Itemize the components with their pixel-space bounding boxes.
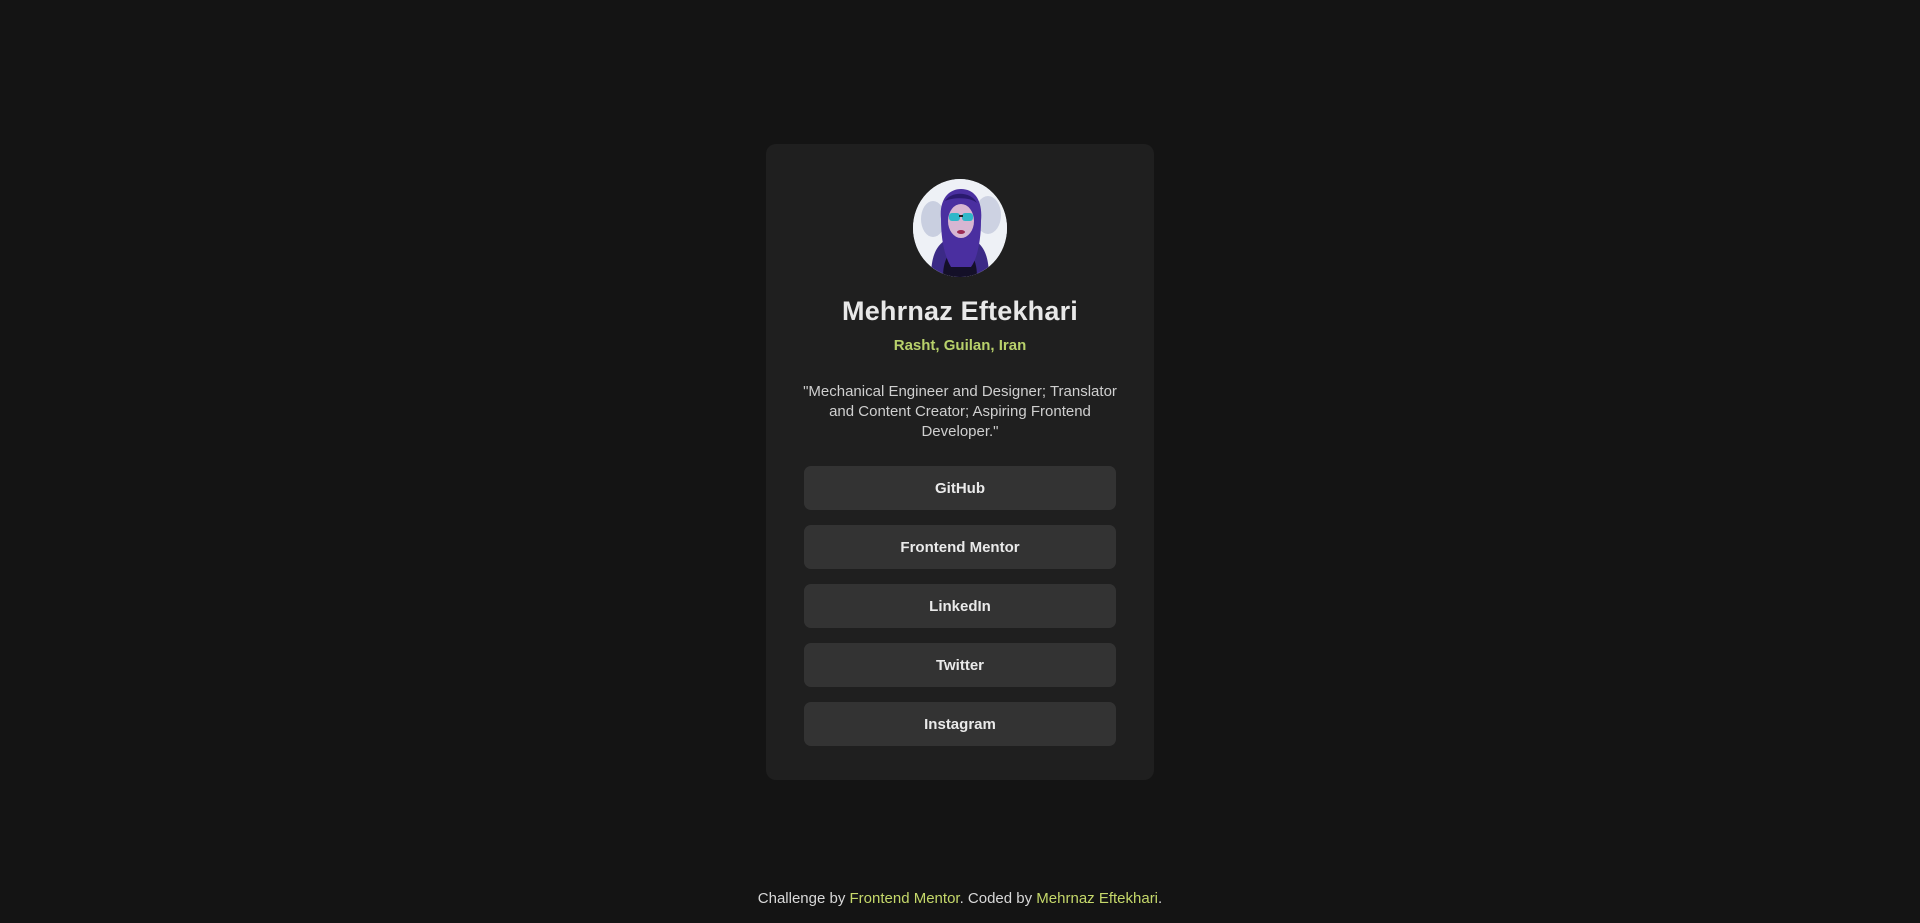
avatar [913, 179, 1007, 277]
instagram-link-button[interactable]: Instagram [804, 702, 1116, 746]
frontend-mentor-link-button[interactable]: Frontend Mentor [804, 525, 1116, 569]
social-links: GitHub Frontend Mentor LinkedIn Twitter … [804, 466, 1116, 761]
footer-middle: . Coded by [959, 890, 1037, 907]
profile-card: Mehrnaz Eftekhari Rasht, Guilan, Iran "M… [766, 144, 1154, 780]
linkedin-link-button[interactable]: LinkedIn [804, 584, 1116, 628]
github-link-button[interactable]: GitHub [804, 466, 1116, 510]
profile-name: Mehrnaz Eftekhari [842, 296, 1078, 326]
footer-suffix: . [1158, 890, 1163, 907]
challenge-link[interactable]: Frontend Mentor [850, 890, 960, 907]
avatar-image [913, 179, 1007, 277]
profile-bio: "Mechanical Engineer and Designer; Trans… [803, 383, 1117, 440]
profile-location: Rasht, Guilan, Iran [893, 337, 1027, 354]
author-link[interactable]: Mehrnaz Eftekhari [1036, 890, 1158, 907]
footer-prefix: Challenge by [757, 890, 850, 907]
page: Mehrnaz Eftekhari Rasht, Guilan, Iran "M… [0, 0, 1920, 923]
twitter-link-button[interactable]: Twitter [804, 643, 1116, 687]
attribution-footer: Challenge by Frontend Mentor. Coded by M… [0, 890, 1920, 907]
